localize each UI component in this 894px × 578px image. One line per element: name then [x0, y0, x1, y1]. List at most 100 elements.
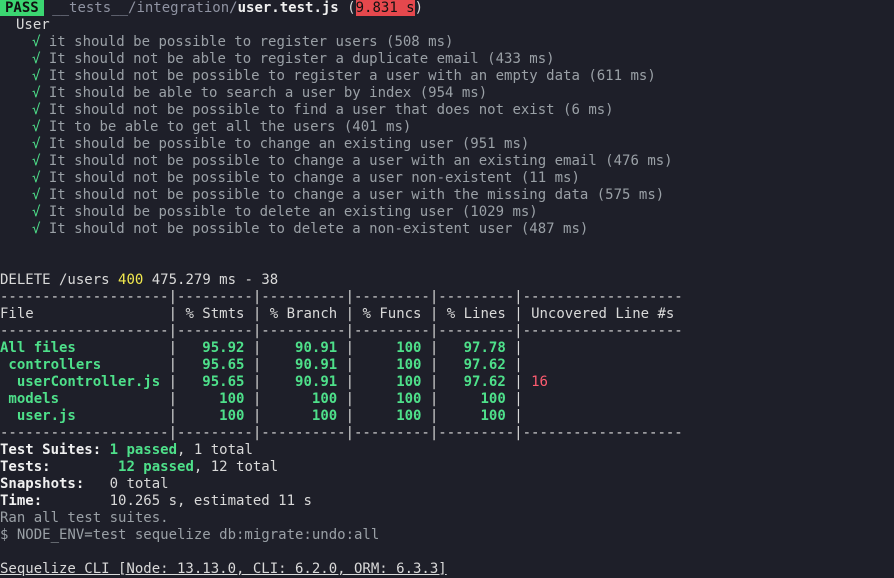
test-path-file: user.test.js	[237, 0, 339, 16]
test-result-row: √ it should be possible to register user…	[0, 34, 894, 51]
row-branch: 100	[261, 391, 346, 407]
test-result-label: It should be possible to delete an exist…	[48, 204, 538, 220]
table-header: File | % Stmts | % Branch | % Funcs | % …	[0, 306, 683, 322]
row-stmts: 100	[177, 408, 253, 424]
test-result-label: It should not be possible to delete a no…	[48, 221, 589, 237]
row-stmts: 100	[177, 391, 253, 407]
column-header-uncovered: Uncovered Line #s	[522, 306, 683, 322]
row-stmts: 95.65	[177, 357, 253, 373]
test-result-label: It to be able to get all the users (401 …	[48, 119, 412, 135]
row-lines: 97.62	[438, 357, 515, 373]
summary-suites-label: Test Suites:	[0, 442, 102, 458]
test-result-label: It should not be possible to change a us…	[48, 153, 673, 169]
test-result-label: It should not be possible to change a us…	[48, 170, 580, 186]
row-file-name: user.js	[0, 408, 169, 424]
row-branch: 90.91	[261, 340, 346, 356]
summary-tests-total: , 12 total	[193, 459, 279, 475]
check-icon: √	[32, 119, 41, 135]
test-result-row: √ It should not be possible to change a …	[0, 170, 894, 187]
row-file-name: models	[0, 391, 169, 407]
column-header-branch: % Branch	[261, 306, 346, 322]
row-stmts: 95.65	[177, 374, 253, 390]
test-list: √ it should be possible to register user…	[0, 34, 894, 238]
shell-command: $ NODE_ENV=test sequelize db:migrate:und…	[0, 527, 380, 543]
test-result-row: √ It should not be possible to change a …	[0, 153, 894, 170]
table-rule: --------------------|---------|---------…	[0, 323, 683, 339]
summary-time: Time: 10.265 s, estimated 11 s	[0, 493, 894, 510]
summary-tests-label: Tests:	[0, 459, 51, 475]
summary-tests-passed: 12 passed	[118, 459, 194, 475]
row-file-name: All files	[0, 340, 169, 356]
test-result-row: √ It should not be possible to change a …	[0, 187, 894, 204]
test-result-row: √ It should not be possible to find a us…	[0, 102, 894, 119]
row-uncovered: 16	[522, 374, 548, 390]
summary-snapshots-value: 0 total	[109, 476, 169, 492]
table-row: All files | 95.92 | 90.91 | 100 | 97.78 …	[0, 340, 894, 357]
row-uncovered	[523, 408, 531, 424]
column-header-funcs: % Funcs	[354, 306, 430, 322]
row-lines: 100	[438, 391, 515, 407]
row-funcs: 100	[354, 357, 430, 373]
check-icon: √	[32, 85, 41, 101]
summary-time-label: Time:	[0, 493, 43, 509]
row-stmts: 95.92	[177, 340, 253, 356]
paren-open: (	[338, 0, 356, 16]
row-branch: 100	[261, 408, 346, 424]
paren-close: )	[414, 0, 424, 16]
test-result-label: It should be able to search a user by in…	[48, 85, 488, 101]
check-icon: √	[32, 187, 41, 203]
test-result-label: It should not be able to register a dupl…	[48, 51, 555, 67]
check-icon: √	[32, 34, 41, 50]
row-funcs: 100	[354, 408, 430, 424]
column-header-stmts: % Stmts	[177, 306, 253, 322]
row-funcs: 100	[354, 391, 430, 407]
summary-snapshots: Snapshots: 0 total	[0, 476, 894, 493]
row-lines: 100	[438, 408, 515, 424]
check-icon: √	[32, 51, 41, 67]
terminal-window[interactable]: PASS __tests__/integration/user.test.js …	[0, 0, 894, 577]
test-result-label: it should be possible to register users …	[48, 34, 454, 50]
check-icon: √	[32, 221, 41, 237]
check-icon: √	[32, 204, 41, 220]
request-timing: 475.279 ms - 38	[143, 272, 279, 288]
row-uncovered	[523, 340, 531, 356]
test-result-label: It should not be possible to register a …	[48, 68, 656, 84]
test-result-label: It should not be possible to change a us…	[48, 187, 665, 203]
test-result-row: √ It to be able to get all the users (40…	[0, 119, 894, 136]
summary-snapshots-label: Snapshots:	[0, 476, 85, 492]
coverage-table: --------------------|---------|---------…	[0, 289, 894, 442]
row-uncovered	[523, 357, 531, 373]
test-path-dir: __tests__/integration/	[52, 0, 238, 16]
check-icon: √	[32, 68, 41, 84]
table-row: models | 100 | 100 | 100 | 100 |	[0, 391, 894, 408]
pass-badge: PASS	[0, 0, 44, 16]
column-header-file: File	[0, 306, 169, 322]
summary-suites: Test Suites: 1 passed, 1 total	[0, 442, 894, 459]
summary-tests: Tests: 12 passed, 12 total	[0, 459, 894, 476]
row-uncovered	[523, 391, 531, 407]
row-file-name: userController.js	[0, 374, 169, 390]
ran-all-message: Ran all test suites.	[0, 510, 169, 526]
table-row: userController.js | 95.65 | 90.91 | 100 …	[0, 374, 548, 390]
row-branch: 90.91	[261, 357, 346, 373]
request-method-path: DELETE /users	[0, 272, 119, 288]
check-icon: √	[32, 136, 41, 152]
test-result-label: It should be possible to change an exist…	[48, 136, 530, 152]
test-result-row: √ It should not be possible to register …	[0, 68, 894, 85]
row-funcs: 100	[354, 374, 430, 390]
test-file-header: PASS __tests__/integration/user.test.js …	[0, 0, 894, 17]
check-icon: √	[32, 153, 41, 169]
test-result-row: √ It should not be possible to delete a …	[0, 221, 894, 238]
test-result-row: √ It should be possible to change an exi…	[0, 136, 894, 153]
table-rule: --------------------|---------|---------…	[0, 425, 683, 441]
row-funcs: 100	[354, 340, 430, 356]
row-branch: 90.91	[261, 374, 346, 390]
check-icon: √	[32, 102, 41, 118]
row-lines: 97.78	[438, 340, 515, 356]
sequelize-cli-info: Sequelize CLI [Node: 13.13.0, CLI: 6.2.0…	[0, 561, 447, 577]
summary-suites-total: , 1 total	[177, 442, 253, 458]
table-row: user.js | 100 | 100 | 100 | 100 |	[0, 408, 894, 425]
